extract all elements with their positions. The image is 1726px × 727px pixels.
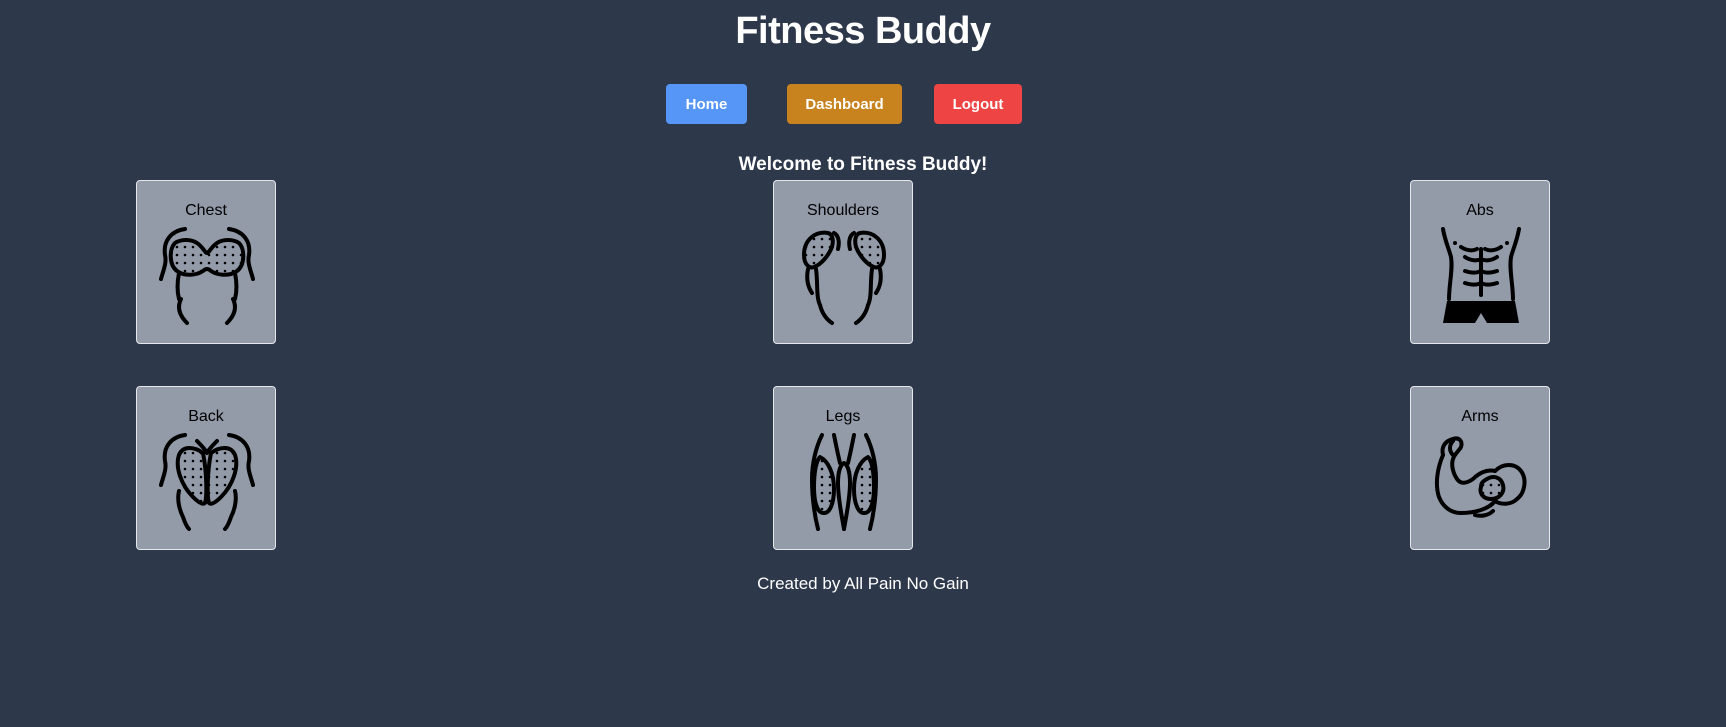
- dashboard-button[interactable]: Dashboard: [787, 84, 902, 124]
- arms-icon: [1434, 436, 1527, 518]
- footer-credit: Created by All Pain No Gain: [757, 574, 969, 593]
- muscle-card-arms[interactable]: Arms: [1410, 386, 1550, 550]
- welcome-heading: Welcome to Fitness Buddy!: [738, 154, 988, 175]
- muscle-card-abs[interactable]: Abs: [1410, 180, 1550, 344]
- muscle-card-label: Shoulders: [806, 202, 880, 219]
- legs-icon: [810, 433, 878, 531]
- logout-button[interactable]: Logout: [934, 84, 1022, 124]
- home-button[interactable]: Home: [666, 84, 747, 124]
- back-icon: [159, 433, 255, 531]
- chest-icon: [159, 227, 255, 325]
- muscle-card-label: Arms: [1461, 408, 1499, 425]
- fitness-buddy-page: Fitness Buddy Home Dashboard Logout Welc…: [0, 0, 1726, 727]
- muscle-card-label: Abs: [1466, 202, 1494, 219]
- abs-icon: [1441, 227, 1521, 323]
- muscle-card-legs[interactable]: Legs: [773, 386, 913, 550]
- muscle-card-label: Back: [188, 408, 224, 425]
- shoulders-icon: [802, 230, 886, 325]
- muscle-card-label: Legs: [825, 408, 861, 425]
- muscle-card-label: Chest: [185, 202, 227, 219]
- muscle-card-back[interactable]: Back: [136, 386, 276, 550]
- nav-bar: Home Dashboard Logout: [0, 84, 1726, 124]
- app-title: Fitness Buddy: [735, 10, 991, 52]
- muscle-card-chest[interactable]: Chest: [136, 180, 276, 344]
- muscle-card-shoulders[interactable]: Shoulders: [773, 180, 913, 344]
